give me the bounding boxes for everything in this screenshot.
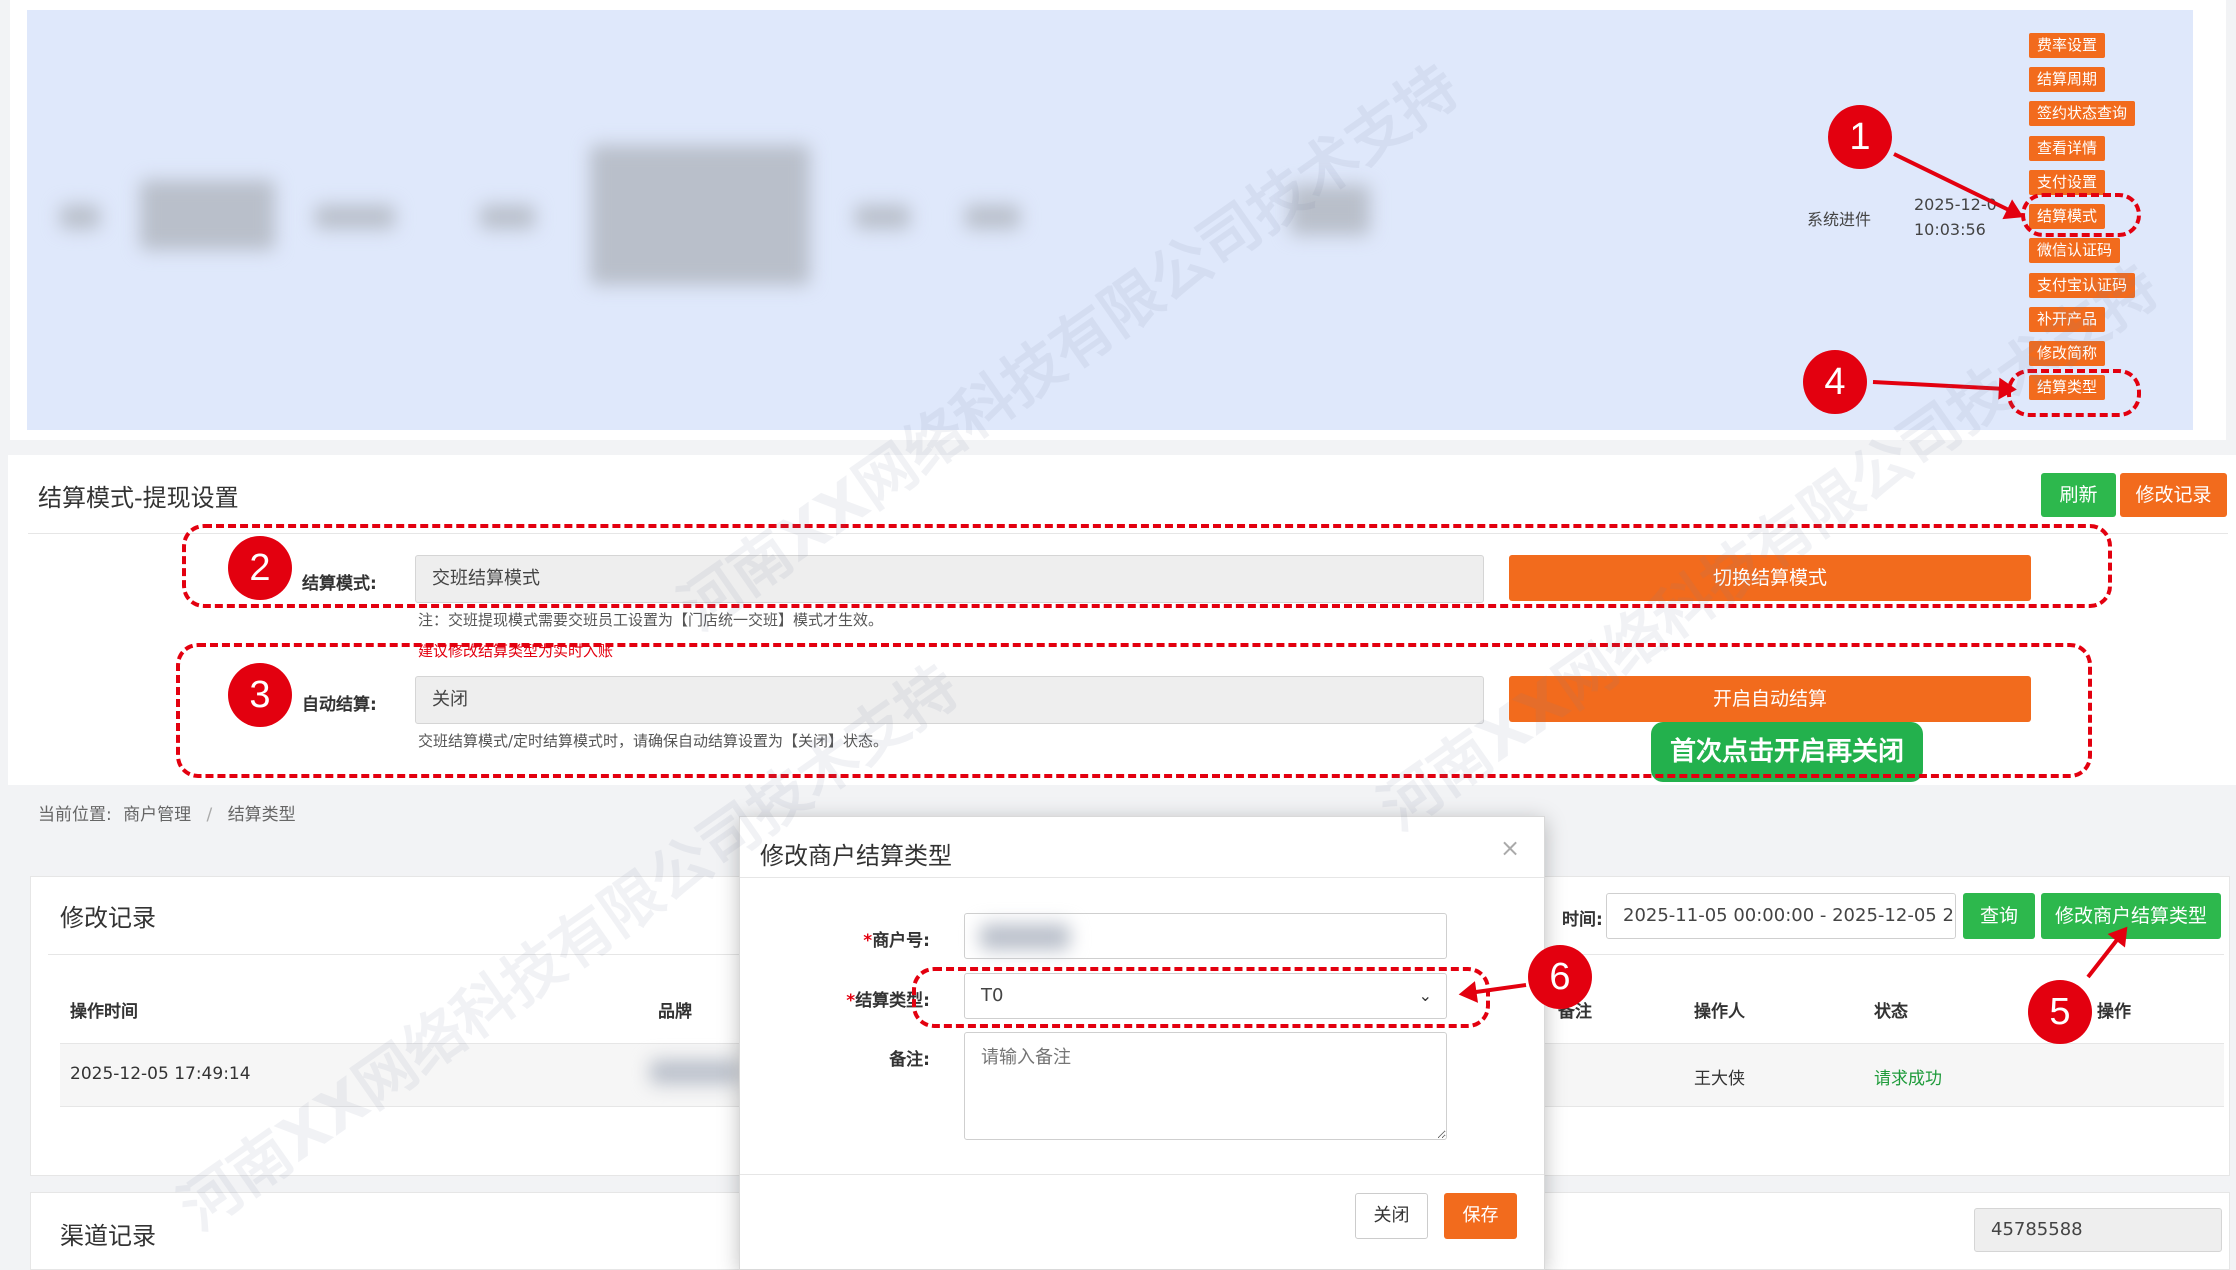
- time-range-input[interactable]: 2025-11-05 00:00:00 - 2025-12-05 23:59:5…: [1606, 893, 1956, 939]
- channel-panel-title: 渠道记录: [60, 1222, 156, 1250]
- channel-id-field: 45785588: [1974, 1208, 2222, 1252]
- created-time: 10:03:56: [1914, 220, 1986, 239]
- callout-5: 5: [2028, 980, 2092, 1044]
- edit-short-name-button[interactable]: 修改简称: [2029, 341, 2106, 366]
- merchant-no-label: *商户号:: [863, 931, 930, 951]
- row-operator: 王大侠: [1694, 1069, 1745, 1089]
- payment-settings-button[interactable]: 支付设置: [2029, 170, 2106, 195]
- blurred-cell: [480, 205, 535, 229]
- settlement-cycle-button[interactable]: 结算周期: [2029, 67, 2106, 92]
- breadcrumb-prefix: 当前位置:: [38, 805, 112, 825]
- col-action: 操作: [2097, 1002, 2131, 1022]
- rate-settings-button[interactable]: 费率设置: [2029, 33, 2106, 58]
- highlight-settlement-mode-row: [182, 524, 2112, 608]
- col-operator: 操作人: [1694, 1002, 1745, 1022]
- settlement-panel-title: 结算模式-提现设置: [38, 484, 239, 512]
- blurred-cell: [855, 205, 910, 229]
- alipay-auth-button[interactable]: 支付宝认证码: [2029, 273, 2136, 298]
- blurred-cell: [965, 205, 1020, 229]
- breadcrumb: 当前位置: 商户管理 / 结算类型: [38, 800, 296, 825]
- creator-cell: 系统进件: [1807, 210, 1872, 229]
- blurred-brand: [650, 1060, 740, 1084]
- remark-textarea[interactable]: [964, 1032, 1447, 1140]
- col-operation-time: 操作时间: [70, 1002, 138, 1022]
- blurred-cell: [1290, 185, 1370, 235]
- modal-header-divider: [740, 877, 1544, 878]
- row-time: 2025-12-05 17:49:14: [70, 1064, 251, 1084]
- modal-save-button[interactable]: 保存: [1444, 1193, 1517, 1239]
- breadcrumb-separator: /: [206, 805, 213, 825]
- blurred-cell: [140, 180, 275, 250]
- history-button[interactable]: 修改记录: [2120, 473, 2227, 517]
- refresh-button[interactable]: 刷新: [2041, 473, 2116, 517]
- breadcrumb-current: 结算类型: [227, 805, 296, 825]
- query-button[interactable]: 查询: [1963, 893, 2035, 939]
- record-panel-title: 修改记录: [60, 904, 156, 932]
- contract-status-button[interactable]: 签约状态查询: [2029, 101, 2136, 126]
- wechat-auth-button[interactable]: 微信认证码: [2029, 238, 2121, 263]
- col-status: 状态: [1874, 1002, 1908, 1022]
- view-details-button[interactable]: 查看详情: [2029, 136, 2106, 161]
- modal-title: 修改商户结算类型: [760, 842, 952, 870]
- modal-footer-divider: [740, 1174, 1544, 1175]
- highlight-settlement-mode: [2021, 193, 2141, 237]
- highlight-auto-settlement-row: [176, 643, 2092, 778]
- blurred-cell: [60, 205, 100, 229]
- callout-6: 6: [1528, 945, 1592, 1009]
- remark-label: 备注:: [889, 1050, 930, 1070]
- highlight-settlement-type: [2007, 369, 2141, 417]
- close-icon[interactable]: ×: [1500, 834, 1520, 862]
- blurred-merchant-no: [980, 924, 1070, 950]
- callout-3: 3: [228, 663, 292, 727]
- blurred-cell: [315, 205, 395, 229]
- highlight-settlement-type-select: [912, 967, 1490, 1028]
- row-status: 请求成功: [1874, 1069, 1942, 1089]
- blurred-cell: [590, 145, 810, 285]
- time-range-label: 时间:: [1562, 910, 1603, 930]
- add-product-button[interactable]: 补开产品: [2029, 307, 2106, 332]
- breadcrumb-merchant[interactable]: 商户管理: [123, 805, 191, 825]
- callout-2: 2: [228, 536, 292, 600]
- col-brand: 品牌: [658, 1002, 692, 1022]
- modal-close-button[interactable]: 关闭: [1355, 1193, 1428, 1239]
- settlement-mode-note: 注：交班提现模式需要交班员工设置为【门店统一交班】模式才生效。: [418, 611, 884, 629]
- callout-4: 4: [1803, 350, 1867, 414]
- callout-1: 1: [1828, 105, 1892, 169]
